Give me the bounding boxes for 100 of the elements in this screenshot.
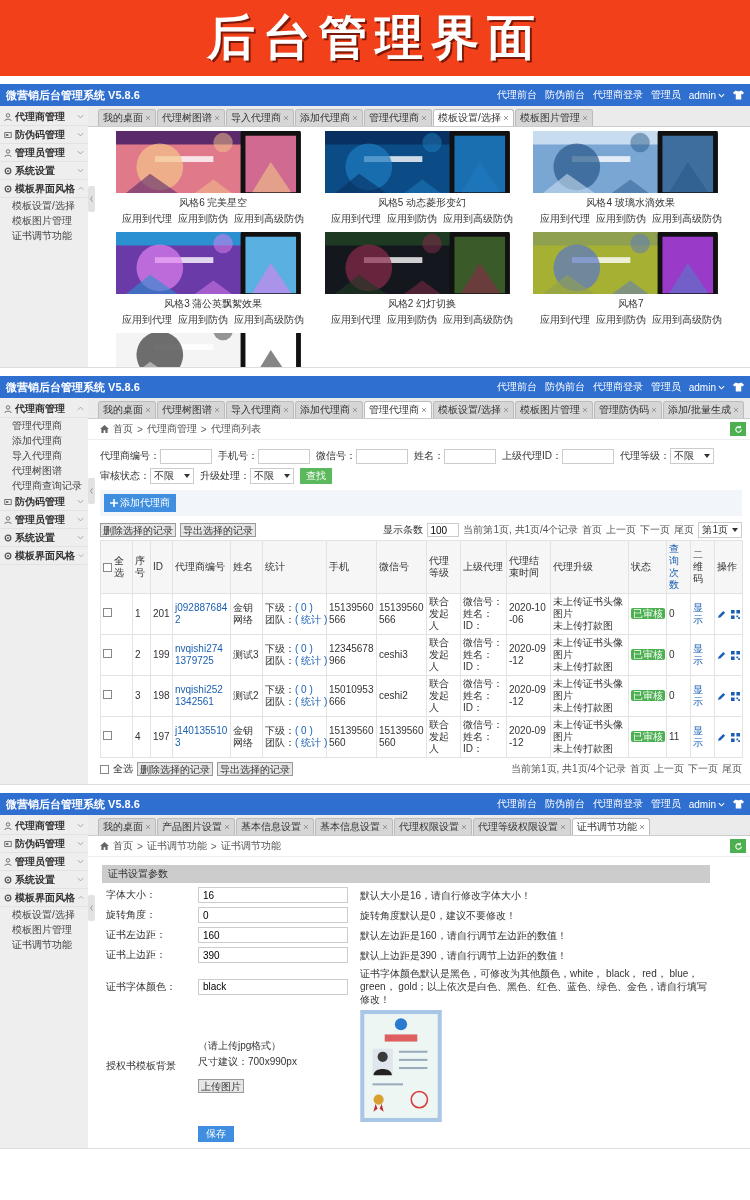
apply-link[interactable]: 应用到防伪 — [178, 313, 229, 327]
breadcrumb-link[interactable]: 证书调节功能 — [220, 839, 281, 853]
record-action-button[interactable]: 导出选择的记录 — [217, 762, 293, 776]
breadcrumb-link[interactable]: 首页 — [113, 422, 133, 436]
pager-link[interactable]: 尾页 — [722, 762, 742, 776]
record-action-button[interactable]: 删除选择的记录 — [137, 762, 213, 776]
filter-dropdown[interactable]: 不限 — [250, 468, 294, 484]
pager-link[interactable]: 下一页 — [688, 762, 718, 776]
tab[interactable]: 代理树图谱 — [157, 401, 225, 418]
tab[interactable]: 模板图片管理 — [514, 109, 593, 126]
close-icon[interactable] — [352, 407, 358, 413]
tab[interactable]: 证书调节功能 — [572, 818, 650, 835]
pager-link[interactable]: 下一页 — [640, 523, 671, 537]
apply-link[interactable]: 应用到高级防伪 — [443, 212, 513, 226]
apply-link[interactable]: 应用到防伪 — [595, 212, 646, 226]
user-menu[interactable]: admin — [688, 798, 725, 810]
filter-field[interactable] — [356, 448, 408, 464]
refresh-button[interactable] — [730, 839, 746, 853]
sidebar-group[interactable]: 防伪码管理 — [0, 835, 88, 853]
tab[interactable]: 基本信息设置 — [236, 818, 314, 835]
apply-link[interactable]: 应用到高级防伪 — [234, 313, 305, 327]
sidebar-group[interactable]: 防伪码管理 — [0, 493, 88, 511]
stat-link[interactable]: ( 统计 ) — [295, 614, 328, 625]
pager-link[interactable]: 上一页 — [606, 523, 637, 537]
close-icon[interactable] — [352, 115, 358, 121]
apply-link[interactable]: 应用到防伪 — [178, 212, 229, 226]
checkbox[interactable] — [103, 649, 112, 658]
tab[interactable]: 我的桌面 — [98, 818, 156, 835]
tab[interactable]: 我的桌面 — [98, 109, 156, 126]
sidebar-item[interactable]: 导入代理商 — [0, 448, 88, 463]
sidebar-item[interactable]: 代理树图谱 — [0, 463, 88, 478]
close-icon[interactable] — [650, 407, 657, 413]
sidebar-group[interactable]: 系统设置 — [0, 529, 88, 547]
close-icon[interactable] — [581, 407, 588, 413]
tab[interactable]: 我的桌面 — [98, 401, 156, 418]
close-icon[interactable] — [283, 407, 289, 413]
qr-code-icon[interactable] — [731, 609, 740, 619]
upload-button[interactable]: 上传图片 — [198, 1079, 244, 1093]
sidebar-group[interactable]: 模板界面风格 — [0, 180, 88, 198]
sidebar-item[interactable]: 代理商查询记录 — [0, 478, 88, 493]
apply-link[interactable]: 应用到代理 — [539, 313, 590, 327]
filter-field[interactable] — [160, 448, 212, 464]
edit-icon[interactable] — [717, 732, 726, 742]
pager-link[interactable]: 首页 — [630, 762, 650, 776]
tab[interactable]: 管理防伪码 — [593, 401, 662, 418]
close-icon[interactable] — [145, 407, 151, 413]
stat-link[interactable]: ( 0 ) — [295, 643, 313, 654]
breadcrumb-link[interactable]: 证书调节功能 — [146, 839, 207, 853]
apply-link[interactable]: 应用到代理 — [331, 212, 381, 226]
sidebar-item[interactable]: 模板设置/选择 — [0, 198, 88, 213]
tab[interactable]: 模板图片管理 — [514, 401, 593, 418]
input-field[interactable]: 0 — [198, 907, 348, 923]
sidebar-item[interactable]: 模板设置/选择 — [0, 907, 88, 922]
stat-link[interactable]: ( 0 ) — [295, 602, 313, 613]
close-icon[interactable] — [502, 407, 509, 413]
tab[interactable]: 添加/批量生成 — [662, 401, 744, 418]
apply-link[interactable]: 应用到防伪 — [387, 212, 437, 226]
breadcrumb-link[interactable]: 代理商列表 — [210, 422, 261, 436]
stat-link[interactable]: ( 0 ) — [295, 725, 313, 736]
edit-icon[interactable] — [717, 650, 726, 660]
apply-link[interactable]: 应用到代理 — [122, 313, 173, 327]
qr-code-icon[interactable] — [731, 732, 740, 742]
qr-code-icon[interactable] — [731, 650, 740, 660]
apply-link[interactable]: 应用到防伪 — [387, 313, 437, 327]
top-nav-link[interactable]: 代理前台 — [496, 380, 537, 394]
sidebar-group[interactable]: 管理员管理 — [0, 511, 88, 529]
refresh-button[interactable] — [730, 422, 746, 436]
edit-icon[interactable] — [717, 691, 726, 701]
close-icon[interactable] — [214, 407, 220, 413]
shirt-icon[interactable] — [733, 799, 744, 809]
tab[interactable]: 产品图片设置 — [157, 818, 235, 835]
tab[interactable]: 模板设置/选择 — [433, 401, 514, 418]
close-icon[interactable] — [421, 407, 427, 413]
filter-dropdown[interactable]: 不限 — [670, 448, 714, 464]
sidebar-item[interactable]: 添加代理商 — [0, 433, 88, 448]
sidebar-group[interactable]: 系统设置 — [0, 871, 88, 889]
sidebar-item[interactable]: 管理代理商 — [0, 418, 88, 433]
close-icon[interactable] — [560, 824, 566, 830]
apply-link[interactable]: 应用到代理 — [331, 313, 381, 327]
apply-link[interactable]: 应用到高级防伪 — [234, 212, 305, 226]
sidebar-group[interactable]: 防伪码管理 — [0, 126, 88, 144]
apply-link[interactable]: 应用到代理 — [122, 212, 173, 226]
tab[interactable]: 添加代理商 — [295, 401, 363, 418]
qr-code-icon[interactable] — [731, 691, 740, 701]
record-action-button[interactable]: 导出选择的记录 — [180, 523, 256, 537]
close-icon[interactable] — [421, 115, 427, 121]
sidebar-item[interactable]: 模板图片管理 — [0, 213, 88, 228]
sidebar-item[interactable]: 证书调节功能 — [0, 937, 88, 952]
top-nav-link[interactable]: 防伪前台 — [544, 797, 585, 811]
close-icon[interactable] — [732, 407, 739, 413]
edit-icon[interactable] — [717, 609, 726, 619]
close-icon[interactable] — [224, 824, 230, 830]
user-menu[interactable]: admin — [688, 381, 725, 393]
top-nav-link[interactable]: 代理商登录 — [592, 380, 643, 394]
apply-link[interactable]: 应用到高级防伪 — [443, 313, 513, 327]
stat-link[interactable]: ( 统计 ) — [295, 737, 328, 748]
close-icon[interactable] — [145, 115, 151, 121]
input-field[interactable]: 16 — [198, 887, 348, 903]
tab[interactable]: 代理树图谱 — [157, 109, 225, 126]
sidebar-group[interactable]: 系统设置 — [0, 162, 88, 180]
